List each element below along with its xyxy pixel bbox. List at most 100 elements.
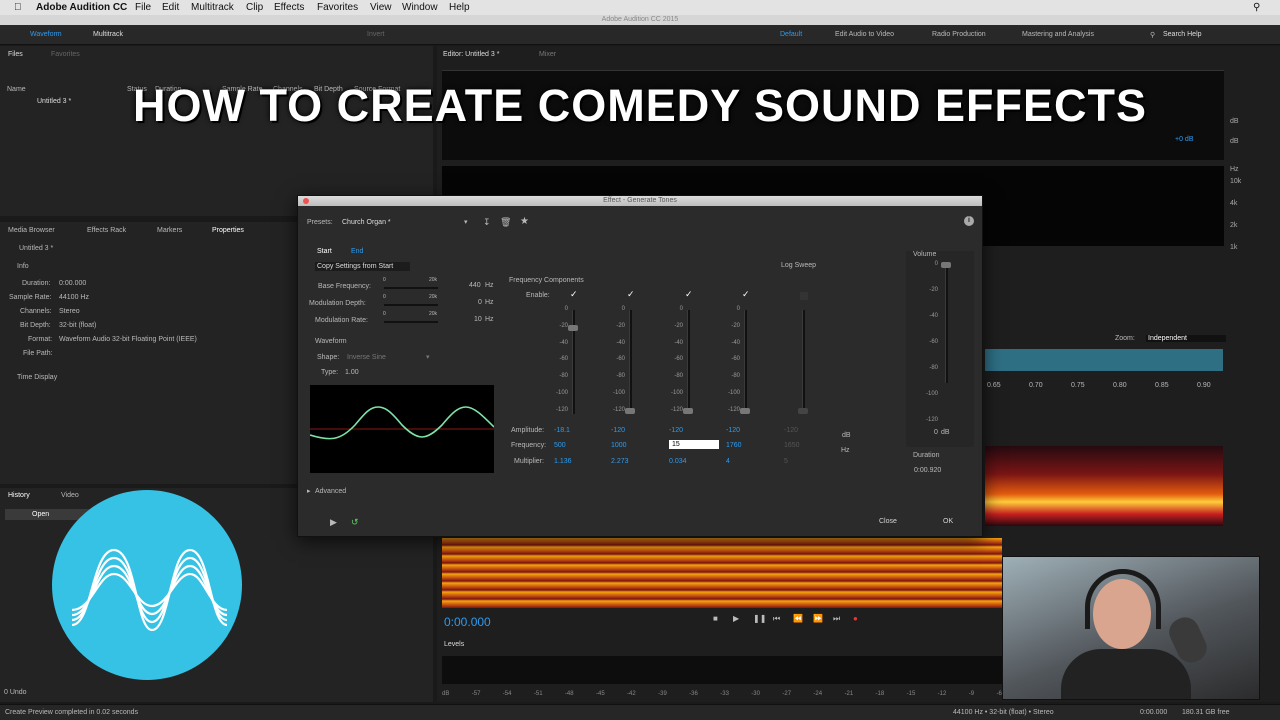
component-slider-thumb[interactable] xyxy=(568,324,578,331)
component-frequency-value[interactable]: 1760 xyxy=(726,442,742,449)
fast-forward-button[interactable]: ⏩ xyxy=(813,614,823,623)
component-amplitude-value[interactable]: -120 xyxy=(726,427,740,434)
tab-effects-rack[interactable]: Effects Rack xyxy=(87,227,126,234)
tab-end[interactable]: End xyxy=(351,248,363,255)
app-menu[interactable]: Adobe Audition CC xyxy=(36,2,127,13)
mod-rate-value[interactable]: 10 xyxy=(474,316,482,323)
workspace-radio-production[interactable]: Radio Production xyxy=(932,31,986,38)
component-enable-checkbox[interactable]: ✓ xyxy=(570,289,578,300)
tab-files[interactable]: Files xyxy=(8,51,23,58)
component-amplitude-slider[interactable] xyxy=(744,310,747,414)
mod-depth-slider[interactable] xyxy=(384,304,438,306)
workspace-default[interactable]: Default xyxy=(780,31,802,38)
base-frequency-value[interactable]: 440 xyxy=(469,282,481,289)
tab-start[interactable]: Start xyxy=(317,248,332,255)
gain-readout[interactable]: +0 dB xyxy=(1175,136,1194,143)
component-amplitude-slider[interactable] xyxy=(629,310,632,414)
record-button[interactable]: ● xyxy=(853,614,858,623)
spectral-display[interactable] xyxy=(985,446,1223,526)
component-enable-checkbox[interactable]: ✓ xyxy=(627,289,635,300)
component-slider-thumb[interactable] xyxy=(683,408,693,414)
component-scale-tick: -120 xyxy=(670,406,683,413)
mod-depth-value[interactable]: 0 xyxy=(478,299,482,306)
component-amplitude-value[interactable]: -120 xyxy=(611,427,625,434)
ruler-tick: 0.80 xyxy=(1113,382,1127,389)
tab-favorites[interactable]: Favorites xyxy=(51,51,80,58)
menu-help[interactable]: Help xyxy=(449,2,470,13)
menu-effects[interactable]: Effects xyxy=(274,2,304,13)
log-sweep-checkbox[interactable]: Log Sweep xyxy=(781,262,816,269)
volume-slider-thumb[interactable] xyxy=(941,262,951,268)
apple-icon[interactable]:  xyxy=(14,2,22,13)
mod-rate-slider[interactable] xyxy=(384,321,438,323)
shape-dropdown-icon[interactable]: ▾ xyxy=(426,353,430,361)
time-display-section[interactable]: Time Display xyxy=(17,374,57,381)
advanced-chevron-icon[interactable]: ▸ xyxy=(307,487,311,495)
shape-select[interactable]: Inverse Sine xyxy=(347,354,435,361)
component-amplitude-value[interactable]: -120 xyxy=(669,427,683,434)
component-amplitude-slider[interactable] xyxy=(802,310,805,414)
component-enable-checkbox[interactable]: ✓ xyxy=(742,289,750,300)
tab-markers[interactable]: Markers xyxy=(157,227,182,234)
component-slider-thumb[interactable] xyxy=(625,408,635,414)
preview-play-button[interactable]: ▶ xyxy=(330,517,337,528)
play-button[interactable]: ▶ xyxy=(733,614,739,623)
info-section-header[interactable]: Info xyxy=(17,263,29,270)
info-icon[interactable]: i xyxy=(964,216,974,226)
tab-editor[interactable]: Editor: Untitled 3 * xyxy=(443,51,499,58)
component-frequency-value[interactable]: 1650 xyxy=(784,442,800,449)
invert-label[interactable]: Invert xyxy=(367,31,385,38)
component-enable-checkbox[interactable] xyxy=(800,292,808,300)
menu-favorites[interactable]: Favorites xyxy=(317,2,358,13)
base-frequency-slider[interactable] xyxy=(384,287,438,289)
menu-window[interactable]: Window xyxy=(402,2,438,13)
volume-value[interactable]: 0 xyxy=(934,429,938,436)
save-preset-icon[interactable]: ↧ xyxy=(483,217,491,228)
menu-clip[interactable]: Clip xyxy=(246,2,263,13)
component-slider-thumb[interactable] xyxy=(798,408,808,414)
go-to-start-button[interactable]: ⏮ xyxy=(773,614,780,624)
go-to-end-button[interactable]: ⏭ xyxy=(833,614,840,624)
favorite-star-icon[interactable]: ★ xyxy=(520,216,529,227)
waveform-lower[interactable] xyxy=(985,349,1223,371)
menu-file[interactable]: File xyxy=(135,2,151,13)
tab-mixer[interactable]: Mixer xyxy=(539,51,556,58)
component-amplitude-slider[interactable] xyxy=(687,310,690,414)
zoom-select[interactable]: Independent xyxy=(1146,335,1226,342)
preset-select[interactable]: Church Organ * xyxy=(342,219,470,226)
multitrack-view-button[interactable]: Multitrack xyxy=(93,31,123,38)
tab-media-browser[interactable]: Media Browser xyxy=(8,227,55,234)
search-help-field[interactable]: Search Help xyxy=(1163,31,1202,38)
preset-dropdown-icon[interactable]: ▾ xyxy=(464,218,468,226)
close-button[interactable]: Close xyxy=(879,518,897,525)
advanced-section[interactable]: Advanced xyxy=(315,488,346,495)
menu-edit[interactable]: Edit xyxy=(162,2,179,13)
type-value[interactable]: 1.00 xyxy=(345,369,359,376)
delete-preset-icon[interactable]: 🗑 xyxy=(500,217,511,228)
component-frequency-value[interactable]: 500 xyxy=(554,442,566,449)
menu-multitrack[interactable]: Multitrack xyxy=(191,2,234,13)
copy-settings-button[interactable]: Copy Settings from Start xyxy=(315,262,410,271)
duration-value[interactable]: 0:00.920 xyxy=(914,467,941,474)
waveform-view-button[interactable]: Waveform xyxy=(30,31,62,38)
component-slider-thumb[interactable] xyxy=(740,408,750,414)
tab-history[interactable]: History xyxy=(8,492,30,499)
volume-slider[interactable] xyxy=(945,265,948,383)
spotlight-icon[interactable]: ⚲ xyxy=(1253,2,1260,13)
workspace-mastering[interactable]: Mastering and Analysis xyxy=(1022,31,1094,38)
component-frequency-value[interactable]: 15 xyxy=(669,440,719,449)
component-enable-checkbox[interactable]: ✓ xyxy=(685,289,693,300)
ok-button[interactable]: OK xyxy=(943,518,953,525)
pause-button[interactable]: ❚❚ xyxy=(753,614,766,623)
workspace-edit-audio-video[interactable]: Edit Audio to Video xyxy=(835,31,894,38)
rewind-button[interactable]: ⏪ xyxy=(793,614,803,623)
component-amplitude-value[interactable]: -18.1 xyxy=(554,427,570,434)
spectral-display-main[interactable] xyxy=(442,538,1002,608)
component-amplitude-value[interactable]: -120 xyxy=(784,427,798,434)
stop-button[interactable]: ■ xyxy=(713,614,718,623)
tab-properties[interactable]: Properties xyxy=(212,227,244,234)
loop-icon[interactable]: ↺ xyxy=(351,517,359,528)
dialog-close-icon[interactable] xyxy=(303,198,309,204)
component-frequency-value[interactable]: 1000 xyxy=(611,442,627,449)
menu-view[interactable]: View xyxy=(370,2,392,13)
